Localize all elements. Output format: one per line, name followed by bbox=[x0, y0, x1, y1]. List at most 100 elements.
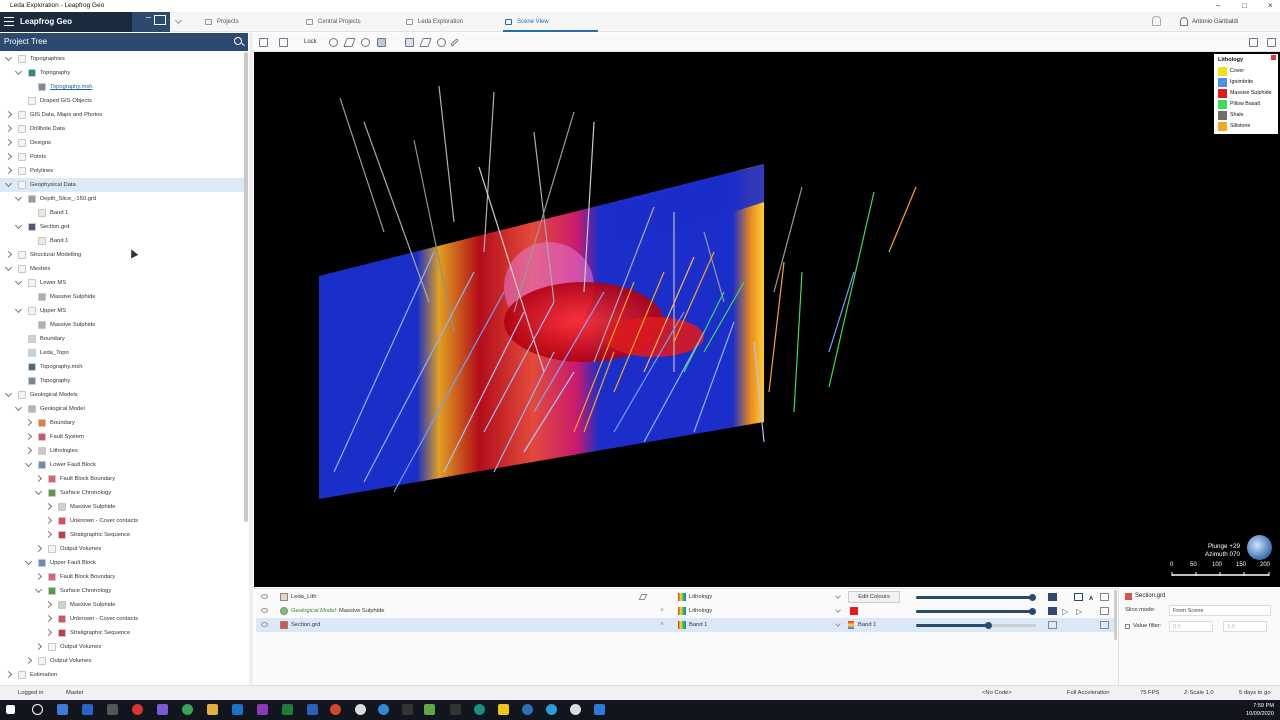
tree-item[interactable]: Unknown - Cover contacts bbox=[0, 612, 244, 626]
app-icon[interactable] bbox=[355, 704, 366, 715]
slice-icon[interactable] bbox=[377, 38, 386, 47]
chevron-down-icon[interactable] bbox=[34, 585, 43, 594]
close-icon[interactable]: × bbox=[1268, 0, 1273, 12]
tree-item[interactable]: Polylines bbox=[0, 164, 244, 178]
app-icon[interactable] bbox=[450, 704, 461, 715]
chevron-right-icon[interactable] bbox=[44, 516, 53, 525]
tree-item[interactable]: Band 1 bbox=[0, 234, 244, 248]
tree-item[interactable]: Topographies bbox=[0, 52, 244, 66]
code-label[interactable]: <No Code> bbox=[982, 686, 1012, 701]
view-list-icon[interactable] bbox=[259, 38, 268, 47]
tree-item[interactable]: Lower Fault Block bbox=[0, 458, 244, 472]
app-icon[interactable] bbox=[570, 704, 581, 715]
chevron-down-icon[interactable] bbox=[14, 305, 23, 314]
opacity-handle[interactable] bbox=[1029, 608, 1037, 615]
chevron-down-icon[interactable] bbox=[4, 389, 13, 398]
tree-item[interactable]: Massive Sulphide bbox=[0, 290, 244, 304]
tree-item[interactable]: Band 1 bbox=[0, 206, 244, 220]
layer-row[interactable]: Geological Model: Massive Sulphide × Lit… bbox=[256, 604, 1114, 618]
app-logo[interactable]: Leapfrog Geo bbox=[0, 12, 132, 32]
tree-item[interactable]: Topography bbox=[0, 66, 244, 80]
tree-item[interactable]: Section.grd bbox=[0, 220, 244, 234]
chevron-right-icon[interactable] bbox=[24, 432, 33, 441]
tree-item[interactable]: Lower MS bbox=[0, 276, 244, 290]
draw-line-icon[interactable] bbox=[343, 38, 356, 47]
opacity-handle[interactable] bbox=[985, 622, 992, 629]
tree-item[interactable]: Structural Modelling bbox=[0, 248, 244, 262]
orientation-globe[interactable] bbox=[1247, 535, 1272, 560]
tree-item[interactable]: Lithologies bbox=[0, 444, 244, 458]
outlook-icon[interactable] bbox=[232, 704, 243, 715]
chevron-right-icon[interactable] bbox=[24, 446, 33, 455]
properties-icon[interactable] bbox=[1100, 607, 1109, 615]
chevron-down-icon[interactable] bbox=[835, 607, 841, 613]
edit-icon[interactable] bbox=[638, 594, 648, 600]
layer-row[interactable]: Leda_Lith Lithology A bbox=[256, 590, 1114, 604]
chevron-down-icon[interactable] bbox=[14, 193, 23, 202]
chevron-down-icon[interactable] bbox=[4, 263, 13, 272]
app-icon[interactable] bbox=[132, 704, 143, 715]
visibility-icon[interactable] bbox=[261, 594, 268, 599]
chevron-down-icon[interactable] bbox=[4, 179, 13, 188]
tree-item[interactable]: Estimation bbox=[0, 668, 244, 682]
chevron-right-icon[interactable] bbox=[24, 656, 33, 665]
measure-icon[interactable] bbox=[450, 38, 459, 47]
visibility-icon[interactable] bbox=[261, 608, 268, 613]
chevron-right-icon[interactable] bbox=[24, 418, 33, 427]
chevron-down-icon[interactable] bbox=[4, 53, 13, 62]
chevron-right-icon[interactable] bbox=[4, 110, 13, 119]
explorer-icon[interactable] bbox=[207, 704, 218, 715]
tab-central-projects[interactable]: Central Projects bbox=[304, 12, 404, 32]
edit-colours-button[interactable]: Edit Colours bbox=[848, 591, 900, 603]
tree-item[interactable]: Depth_Slice_-150.grd bbox=[0, 192, 244, 206]
visibility-icon[interactable] bbox=[261, 622, 268, 627]
opacity-slider[interactable] bbox=[916, 594, 1037, 601]
colourmap-icon[interactable] bbox=[848, 621, 854, 629]
pane-toggle-button[interactable] bbox=[132, 12, 170, 32]
chevron-down-icon[interactable] bbox=[24, 459, 33, 468]
app-icon[interactable] bbox=[594, 704, 605, 715]
app-icon[interactable] bbox=[522, 704, 533, 715]
minimize-icon[interactable]: – bbox=[1216, 0, 1220, 12]
camera-icon[interactable] bbox=[1249, 38, 1258, 47]
chevron-right-icon[interactable] bbox=[34, 474, 43, 483]
branch-label[interactable]: Master bbox=[66, 686, 84, 701]
chevron-right-icon[interactable] bbox=[4, 124, 13, 133]
tree-item[interactable]: Unknown - Cover contacts bbox=[0, 514, 244, 528]
band-select[interactable]: Band 1 bbox=[858, 618, 876, 632]
tree-item[interactable]: Designs bbox=[0, 136, 244, 150]
opacity-handle[interactable] bbox=[1029, 594, 1037, 601]
chevron-right-icon[interactable] bbox=[44, 628, 53, 637]
chevron-down-icon[interactable] bbox=[835, 621, 841, 627]
chevron-right-icon[interactable] bbox=[4, 152, 13, 161]
remove-layer-icon[interactable]: × bbox=[660, 604, 664, 618]
app-icon[interactable] bbox=[498, 704, 509, 715]
chevron-right-icon[interactable] bbox=[4, 250, 13, 259]
remove-layer-icon[interactable]: × bbox=[660, 618, 664, 632]
tree-item[interactable]: Leda_Topo bbox=[0, 346, 244, 360]
step-icon[interactable]: ▷ bbox=[1062, 605, 1068, 619]
colour-swatch[interactable] bbox=[850, 607, 858, 615]
value-filter-checkbox[interactable] bbox=[1125, 624, 1130, 629]
user-menu[interactable]: Antonio Garibaldi bbox=[1180, 12, 1238, 32]
tree-item[interactable]: Surface Chronology bbox=[0, 584, 244, 598]
chevron-down-icon[interactable] bbox=[835, 593, 841, 599]
chevron-down-icon[interactable] bbox=[14, 67, 23, 76]
properties-icon[interactable] bbox=[1100, 621, 1109, 629]
select-icon[interactable] bbox=[405, 38, 414, 47]
opacity-slider[interactable] bbox=[916, 622, 1036, 629]
tree-item[interactable]: Massive Sulphide bbox=[0, 598, 244, 612]
chevron-down-icon[interactable] bbox=[14, 221, 23, 230]
pencil-icon[interactable] bbox=[419, 38, 432, 47]
tree-item[interactable]: Points bbox=[0, 150, 244, 164]
start-icon[interactable] bbox=[6, 705, 15, 714]
tree-item[interactable]: Meshes bbox=[0, 262, 244, 276]
tree-scrollbar[interactable] bbox=[244, 52, 248, 522]
app-icon[interactable] bbox=[378, 704, 389, 715]
value-filter-min[interactable]: 0.0 bbox=[1169, 621, 1213, 632]
chevron-right-icon[interactable] bbox=[44, 502, 53, 511]
chevron-down-icon[interactable] bbox=[14, 277, 23, 286]
notifications-icon[interactable] bbox=[1152, 16, 1161, 26]
chevron-right-icon[interactable] bbox=[4, 138, 13, 147]
rotate-icon[interactable] bbox=[329, 38, 338, 47]
